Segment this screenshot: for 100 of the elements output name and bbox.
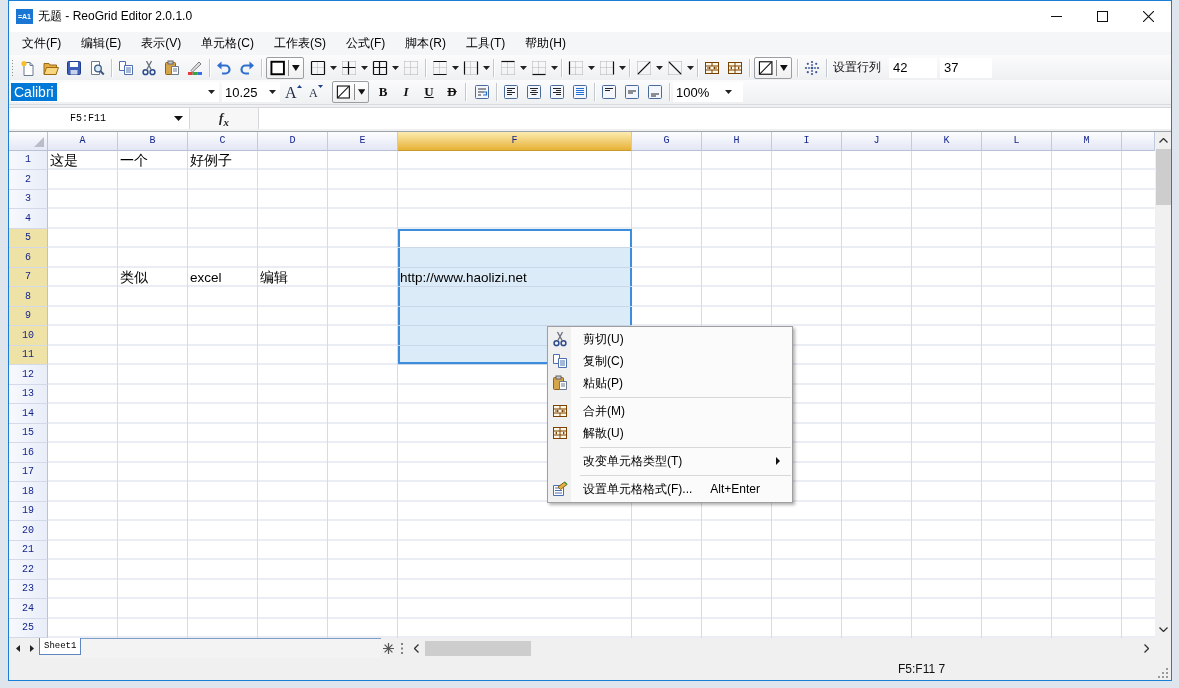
align-middle-icon[interactable] xyxy=(623,84,640,100)
chevron-left-icon[interactable] xyxy=(414,643,419,653)
row-header[interactable]: 22 xyxy=(9,560,48,580)
menu-item[interactable]: 改变单元格类型(T) xyxy=(548,450,792,472)
wrap-text-icon[interactable] xyxy=(473,84,490,100)
underline-button[interactable]: U xyxy=(420,82,438,102)
caret-icon[interactable] xyxy=(725,90,732,94)
menu-item[interactable]: 工具(T) xyxy=(456,32,516,55)
align-top-icon[interactable] xyxy=(600,84,617,100)
all-borders-icon[interactable] xyxy=(371,59,388,76)
strikethrough-button[interactable]: D xyxy=(443,82,461,102)
clipboard-icon[interactable] xyxy=(163,59,180,76)
align-right-icon[interactable] xyxy=(548,84,565,100)
brush-icon[interactable] xyxy=(186,59,203,76)
right-border-icon[interactable] xyxy=(598,59,615,76)
function-button[interactable]: f$_{x}$ xyxy=(217,109,231,128)
menu-item[interactable]: 工作表(S) xyxy=(264,32,336,55)
menu-item[interactable]: 帮助(H) xyxy=(515,32,576,55)
column-header[interactable]: F xyxy=(398,132,632,151)
row-count-field[interactable]: 42 xyxy=(889,57,937,78)
left-right-border-icon[interactable] xyxy=(462,59,479,76)
column-header[interactable]: I xyxy=(772,132,842,151)
top-bottom-border-icon[interactable] xyxy=(431,59,448,76)
fill-color-dropdown[interactable] xyxy=(754,56,792,79)
border-style-dropdown[interactable] xyxy=(266,56,304,79)
caret-icon[interactable] xyxy=(550,65,558,70)
menu-item[interactable]: 文件(F) xyxy=(12,32,72,55)
triangle-left-icon[interactable] xyxy=(16,644,20,652)
align-left-icon[interactable] xyxy=(502,84,519,100)
row-header[interactable]: 10 xyxy=(9,326,48,346)
diagonal-border-icon[interactable] xyxy=(635,59,652,76)
bold-button[interactable]: B xyxy=(374,82,392,102)
align-bottom-icon[interactable] xyxy=(646,84,663,100)
align-center-icon[interactable] xyxy=(525,84,542,100)
menu-item[interactable]: 设置单元格格式(F)... Alt+Enter xyxy=(548,478,792,500)
caret-icon[interactable] xyxy=(360,65,368,70)
row-header[interactable]: 12 xyxy=(9,365,48,385)
column-header[interactable]: B xyxy=(118,132,188,151)
row-header[interactable]: 14 xyxy=(9,404,48,424)
zoom-field[interactable]: 100% xyxy=(673,82,743,102)
inside-borders-icon[interactable] xyxy=(340,59,357,76)
row-header[interactable]: 2 xyxy=(9,170,48,190)
caret-icon[interactable] xyxy=(482,65,490,70)
caret-icon[interactable] xyxy=(451,65,459,70)
scissors-icon[interactable] xyxy=(140,59,157,76)
column-header[interactable]: G xyxy=(632,132,702,151)
caret-icon[interactable] xyxy=(587,65,595,70)
redo-icon[interactable] xyxy=(238,59,255,76)
menu-item[interactable]: 剪切(U) xyxy=(548,328,792,350)
chevron-right-icon[interactable] xyxy=(1144,643,1149,653)
caret-icon[interactable] xyxy=(618,65,626,70)
splitter-handle[interactable] xyxy=(401,642,403,654)
menu-item[interactable]: 单元格(C) xyxy=(191,32,264,55)
font-field[interactable]: Calibri xyxy=(10,82,219,102)
merge-cells-icon[interactable] xyxy=(703,59,720,76)
caret-icon[interactable] xyxy=(519,65,527,70)
toolbar-grip[interactable] xyxy=(11,59,14,76)
caret-icon[interactable] xyxy=(269,90,276,94)
row-header[interactable]: 18 xyxy=(9,482,48,502)
caret-icon[interactable] xyxy=(655,65,663,70)
triangle-right-icon[interactable] xyxy=(30,644,34,652)
chevron-down-icon[interactable] xyxy=(1158,627,1168,632)
scrollbar-thumb[interactable] xyxy=(425,640,531,656)
row-header[interactable]: 20 xyxy=(9,521,48,541)
maximize-icon[interactable] xyxy=(1096,11,1108,22)
chevron-up-icon[interactable] xyxy=(1158,138,1168,143)
left-border-icon[interactable] xyxy=(567,59,584,76)
column-header[interactable]: K xyxy=(912,132,982,151)
dotted-snowflake-icon[interactable] xyxy=(803,59,820,76)
unmerge-cells-icon[interactable] xyxy=(726,59,743,76)
print-preview-icon[interactable] xyxy=(88,59,105,76)
new-file-icon[interactable] xyxy=(19,59,36,76)
menu-item[interactable]: 脚本(R) xyxy=(395,32,456,55)
caret-icon[interactable] xyxy=(686,65,694,70)
menu-item[interactable]: 粘贴(P) xyxy=(548,372,792,394)
menu-item[interactable]: 复制(C) xyxy=(548,350,792,372)
row-header[interactable]: 8 xyxy=(9,287,48,307)
sheet-tab[interactable]: Sheet1 xyxy=(39,638,82,655)
italic-button[interactable]: I xyxy=(397,82,415,102)
column-header[interactable]: J xyxy=(842,132,912,151)
row-header[interactable]: 16 xyxy=(9,443,48,463)
menu-item[interactable]: 编辑(E) xyxy=(71,32,132,55)
column-header[interactable]: D xyxy=(258,132,328,151)
caret-icon[interactable] xyxy=(208,90,215,94)
column-header[interactable]: L xyxy=(982,132,1052,151)
asterisk-icon[interactable] xyxy=(383,642,394,654)
outline-border-icon[interactable] xyxy=(309,59,326,76)
row-header[interactable]: 24 xyxy=(9,599,48,619)
column-header[interactable]: C xyxy=(188,132,258,151)
row-header[interactable]: 4 xyxy=(9,209,48,229)
resize-grip-icon[interactable] xyxy=(1158,668,1168,678)
font-size-field[interactable]: 10.25 xyxy=(222,82,280,102)
top-border-icon[interactable] xyxy=(499,59,516,76)
row-header[interactable]: 6 xyxy=(9,248,48,268)
menu-item[interactable]: 表示(V) xyxy=(131,32,192,55)
column-count-field[interactable]: 37 xyxy=(940,57,992,78)
shrink-font-button[interactable]: A xyxy=(309,82,323,102)
column-header[interactable]: M xyxy=(1052,132,1122,151)
justify-icon[interactable] xyxy=(571,84,588,100)
caret-icon[interactable] xyxy=(391,65,399,70)
